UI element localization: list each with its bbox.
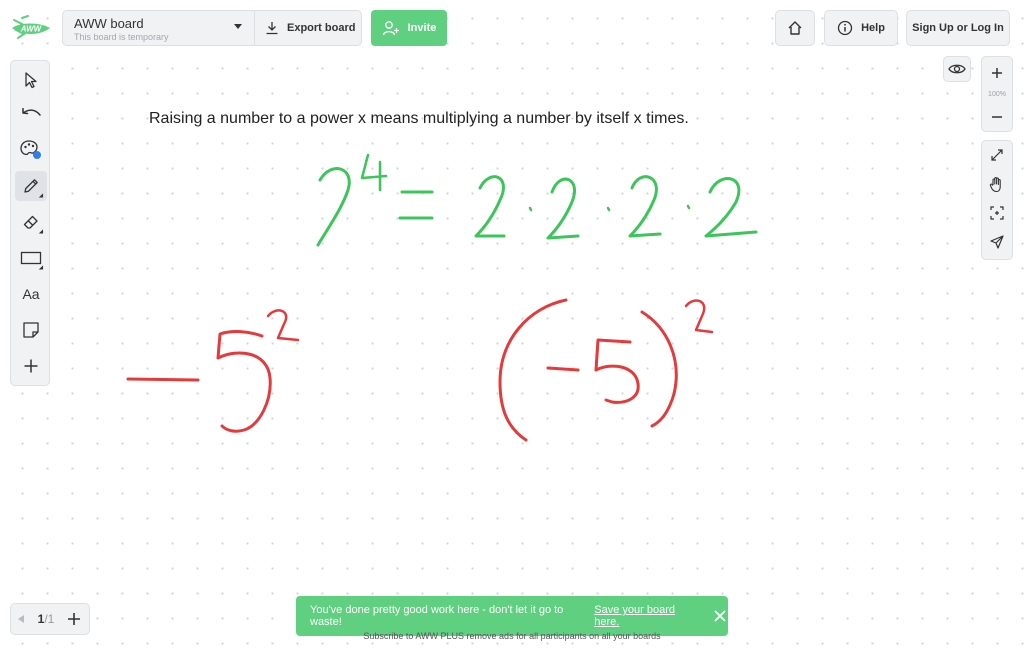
drawing-layer[interactable]: [0, 0, 1024, 648]
more-tools-button[interactable]: [15, 351, 47, 381]
board-menu: AWW board This board is temporary Export…: [62, 10, 362, 46]
info-icon: [837, 20, 853, 36]
send-arrow-icon: [990, 235, 1004, 249]
page-counter: 1/1: [31, 612, 61, 626]
save-board-toast: You've done pretty good work here - don'…: [296, 596, 728, 636]
text-tool[interactable]: Aa: [15, 279, 47, 309]
add-user-icon: [382, 21, 399, 36]
board-subtitle: This board is temporary: [74, 32, 169, 42]
text-icon: Aa: [22, 286, 40, 302]
help-label: Help: [861, 22, 885, 34]
hand-icon: [989, 176, 1001, 192]
zoom-in-button[interactable]: [982, 60, 1012, 86]
zoom-in-icon: [992, 68, 1002, 78]
export-board-button[interactable]: Export board: [255, 11, 361, 45]
aww-logo[interactable]: AWW: [10, 14, 52, 42]
pencil-tool[interactable]: [15, 171, 47, 201]
zoom-out-icon: [992, 116, 1002, 118]
fit-to-screen-button[interactable]: [982, 141, 1012, 169]
select-arrow-icon: [25, 72, 37, 89]
save-board-link[interactable]: Save your board here.: [594, 604, 698, 628]
sign-up-login-button[interactable]: Sign Up or Log In: [906, 10, 1010, 46]
zoom-out-button[interactable]: [982, 104, 1012, 130]
zoom-controls: 100%: [981, 56, 1013, 132]
laser-pointer-button[interactable]: [982, 228, 1012, 256]
pencil-icon: [24, 179, 38, 193]
color-picker-tool[interactable]: [15, 134, 47, 164]
board-title: AWW board: [74, 16, 144, 31]
undo-icon: [22, 108, 41, 116]
focus-selection-button[interactable]: [982, 199, 1012, 227]
help-button[interactable]: Help: [824, 10, 898, 46]
tools-panel: Aa: [10, 60, 50, 386]
subscribe-text: Subscribe to AWW PLUS remove ads for all…: [363, 631, 661, 641]
toast-message: You've done pretty good work here - don'…: [310, 604, 564, 628]
previous-page-button[interactable]: [11, 614, 31, 624]
zoom-level: 100%: [988, 91, 1006, 98]
view-mode-button[interactable]: [943, 56, 971, 82]
pan-tool-button[interactable]: [982, 170, 1012, 198]
expand-icon: [991, 149, 1003, 161]
canvas-text-box[interactable]: Raising a number to a power x means mult…: [149, 110, 689, 128]
toast-close-button[interactable]: [713, 608, 728, 624]
sticky-note-tool[interactable]: [15, 315, 47, 345]
add-page-button[interactable]: [61, 612, 87, 626]
chevron-down-icon: [234, 24, 242, 29]
home-button[interactable]: [775, 10, 815, 46]
eraser-tool[interactable]: [15, 207, 47, 237]
plus-icon: [68, 613, 80, 625]
export-board-label: Export board: [287, 22, 356, 34]
navigation-controls: [981, 140, 1013, 260]
total-pages: /1: [44, 612, 55, 626]
sign-up-login-label: Sign Up or Log In: [912, 22, 1004, 34]
page-controls: 1/1: [10, 603, 90, 635]
plus-icon: [24, 359, 38, 373]
home-icon: [788, 21, 802, 35]
palette-icon: [20, 140, 41, 159]
eraser-icon: [23, 215, 38, 229]
board-name-dropdown[interactable]: AWW board This board is temporary: [63, 11, 255, 45]
logo-text: AWW: [20, 25, 43, 34]
undo-button[interactable]: [15, 100, 47, 130]
invite-label: Invite: [407, 22, 437, 34]
download-icon: [266, 22, 278, 35]
green-ink-strokes: [316, 153, 758, 247]
select-tool[interactable]: [15, 65, 47, 95]
sticky-note-icon: [23, 322, 39, 338]
focus-icon: [990, 206, 1004, 220]
close-icon: [714, 610, 726, 622]
triangle-left-icon: [18, 615, 24, 623]
aww-logo-icon: AWW: [12, 15, 50, 39]
red-ink-strokes: [126, 298, 714, 442]
invite-button[interactable]: Invite: [371, 10, 447, 46]
shape-tool[interactable]: [15, 243, 47, 273]
eye-icon: [948, 64, 966, 74]
rectangle-icon: [20, 251, 42, 265]
